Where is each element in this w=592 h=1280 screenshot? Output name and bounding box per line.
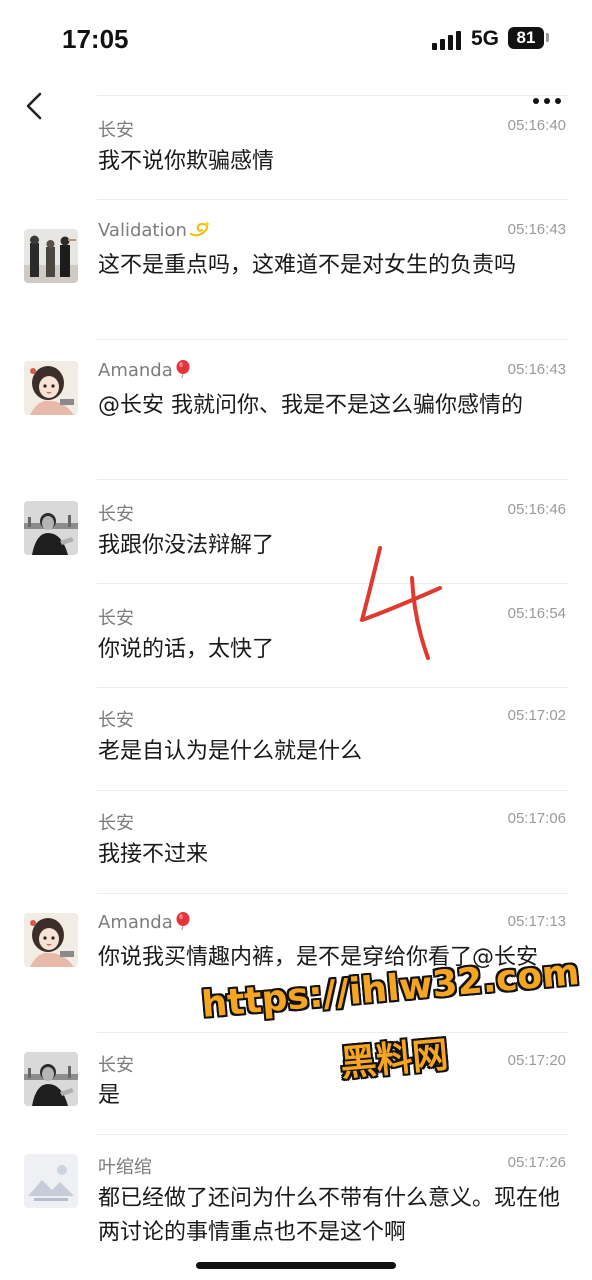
sender-name[interactable]: 长安 [98, 809, 134, 835]
watermark: https://ihlw32.com 黑料网 [200, 952, 581, 1085]
sender-label: Amanda [98, 912, 173, 933]
sender-name[interactable]: 长安 [98, 604, 134, 630]
battery-tip [546, 33, 549, 42]
message-item[interactable]: Validation 05:16:43 这不是重点吗，这难道不是对女生的负责吗 [0, 199, 592, 339]
network-label: 5G [471, 27, 500, 50]
avatar[interactable] [24, 913, 78, 967]
handwritten-mark [360, 546, 442, 660]
avatar[interactable] [24, 1154, 78, 1208]
home-indicator[interactable] [196, 1262, 396, 1269]
message-time: 05:16:43 [507, 221, 566, 238]
sender-name[interactable]: 长安 [98, 500, 134, 526]
sender-name[interactable]: 长安 [98, 1051, 134, 1077]
message-item[interactable]: 叶绾绾 05:17:26 都已经做了还问为什么不带有什么意义。现在他两讨论的事情… [0, 1134, 592, 1274]
message-time: 05:17:02 [507, 707, 566, 724]
sender-name[interactable]: Validation [98, 220, 211, 241]
signal-icon [432, 30, 464, 50]
message-item[interactable]: 长安 05:17:02 老是自认为是什么就是什么 [0, 687, 592, 791]
sender-name[interactable]: Amanda [98, 912, 191, 933]
message-text: 我跟你没法辩解了 [98, 533, 275, 558]
status-bar: 17:05 5G 81 [0, 0, 592, 82]
message-item[interactable]: 长安 05:16:40 我不说你欺骗感情 [0, 95, 592, 199]
avatar[interactable] [24, 501, 78, 555]
message-text: 老是自认为是什么就是什么 [98, 739, 363, 764]
sender-label: Validation [98, 220, 187, 241]
avatar[interactable] [24, 1052, 78, 1106]
message-time: 05:16:43 [507, 361, 566, 378]
sender-name[interactable]: 长安 [98, 706, 134, 732]
sender-name[interactable]: 长安 [98, 116, 134, 142]
message-text: 我不说你欺骗感情 [98, 149, 275, 174]
message-time: 05:17:26 [507, 1154, 566, 1171]
status-time: 17:05 [62, 24, 129, 54]
message-item[interactable]: 长安 05:16:46 我跟你没法辩解了 [0, 479, 592, 583]
message-item[interactable]: 长安 05:16:54 你说的话，太快了 [0, 583, 592, 687]
message-time: 05:16:46 [507, 501, 566, 518]
message-time: 05:17:13 [507, 913, 566, 930]
balloon-emoji-icon [176, 912, 190, 930]
balloon-emoji-icon [176, 360, 190, 378]
message-text: 都已经做了还问为什么不带有什么意义。现在他两讨论的事情重点也不是这个啊 [98, 1186, 561, 1245]
sender-label: Amanda [98, 360, 173, 381]
sender-name[interactable]: 叶绾绾 [98, 1153, 152, 1179]
message-time: 05:16:54 [507, 605, 566, 622]
message-time: 05:16:40 [507, 117, 566, 134]
message-item[interactable]: 长安 05:17:06 我接不过来 [0, 790, 592, 894]
avatar[interactable] [24, 361, 78, 415]
message-text: 我接不过来 [98, 842, 209, 867]
dizzy-emoji-icon [189, 221, 210, 237]
sender-name[interactable]: Amanda [98, 360, 191, 381]
message-text: @长安 我就问你、我是不是这么骗你感情的 [98, 393, 523, 418]
message-item[interactable]: Amanda 05:16:43 @长安 我就问你、我是不是这么骗你感情的 [0, 339, 592, 479]
watermark-brand: 黑料网 [338, 1034, 450, 1085]
battery-icon: 81 [508, 27, 544, 49]
avatar[interactable] [24, 229, 78, 283]
message-time: 05:17:06 [507, 810, 566, 827]
message-text: 你说的话，太快了 [98, 637, 275, 662]
message-text: 这不是重点吗，这难道不是对女生的负责吗 [98, 253, 517, 278]
